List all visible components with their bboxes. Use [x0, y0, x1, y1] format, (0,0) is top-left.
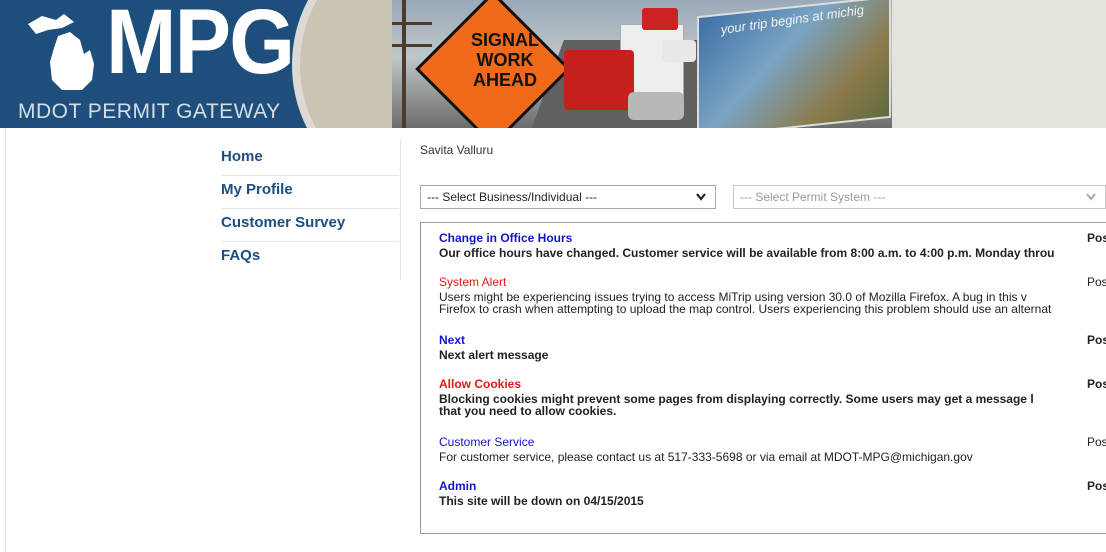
- road-sign-text: SIGNAL WORK AHEAD: [470, 30, 539, 90]
- alert-posted: Posted: [1087, 479, 1106, 493]
- business-select-value: --- Select Business/Individual ---: [427, 190, 598, 204]
- car-image: [662, 40, 696, 62]
- side-nav: Home My Profile Customer Survey FAQs: [221, 143, 399, 274]
- chevron-down-icon: [1085, 186, 1097, 215]
- alert-posted: Posted: [1087, 333, 1106, 347]
- alert-posted: Posted: [1087, 377, 1106, 391]
- business-select[interactable]: --- Select Business/Individual ---: [420, 185, 716, 209]
- alert-body: This site will be down on 04/15/2015: [439, 494, 644, 508]
- alert-item: Admin Posted This site will be down on 0…: [439, 479, 1106, 507]
- logo-text[interactable]: MPG: [106, 0, 295, 88]
- alert-body: For customer service, please contact us …: [439, 450, 973, 464]
- alert-item: Next Posted Next alert message: [439, 333, 1106, 361]
- alert-body: Firefox to crash when attempting to uplo…: [439, 302, 1052, 316]
- alert-posted: Posted: [1087, 231, 1106, 245]
- nav-item-home[interactable]: Home: [221, 143, 399, 176]
- alert-body: Our office hours have changed. Customer …: [439, 246, 1055, 260]
- chevron-down-icon: [695, 186, 707, 215]
- truck-image: [642, 8, 678, 30]
- car-image: [628, 92, 684, 120]
- alerts-panel: Change in Office Hours Posted Our office…: [420, 222, 1106, 534]
- permit-system-select-value: --- Select Permit System ---: [740, 190, 886, 204]
- alert-item: Allow Cookies Posted Blocking cookies mi…: [439, 377, 1106, 417]
- banner-swoosh-inner: [300, 0, 392, 128]
- utility-pole-crossbar: [392, 22, 432, 25]
- left-border: [5, 128, 6, 552]
- michigan-map-icon: [28, 14, 94, 90]
- nav-divider: [400, 140, 401, 280]
- alert-item: Customer Service Posted For customer ser…: [439, 435, 1106, 463]
- banner-photo: SIGNAL WORK AHEAD your trip begins at mi…: [392, 0, 892, 128]
- nav-item-my-profile[interactable]: My Profile: [221, 176, 399, 209]
- nav-item-customer-survey[interactable]: Customer Survey: [221, 209, 399, 242]
- alert-title: Change in Office Hours: [439, 231, 573, 245]
- site-header: MPG MDOT PERMIT GATEWAY SIGNAL WORK AHEA…: [0, 0, 1106, 128]
- alert-item: Change in Office Hours Posted Our office…: [439, 231, 1106, 259]
- alert-item: System Alert Posted Users might be exper…: [439, 275, 1106, 315]
- alert-title: Admin: [439, 479, 477, 493]
- brand-panel: MPG MDOT PERMIT GATEWAY: [0, 0, 392, 128]
- truck-cab-image: [564, 50, 634, 110]
- logo-subtitle: MDOT PERMIT GATEWAY: [18, 100, 281, 123]
- alert-title: System Alert: [439, 275, 507, 289]
- utility-pole: [402, 0, 406, 128]
- alert-title: Customer Service: [439, 435, 535, 449]
- nav-item-faqs[interactable]: FAQs: [221, 242, 399, 274]
- permit-system-select[interactable]: --- Select Permit System ---: [733, 185, 1106, 209]
- alert-title: Next: [439, 333, 466, 347]
- utility-pole-crossbar: [392, 44, 432, 47]
- user-name: Savita Valluru: [420, 143, 494, 157]
- alert-posted: Posted: [1087, 275, 1106, 289]
- alert-body: Next alert message: [439, 348, 549, 362]
- alert-posted: Posted: [1087, 435, 1106, 449]
- alert-body: that you need to allow cookies.: [439, 404, 617, 418]
- alert-title: Allow Cookies: [439, 377, 522, 391]
